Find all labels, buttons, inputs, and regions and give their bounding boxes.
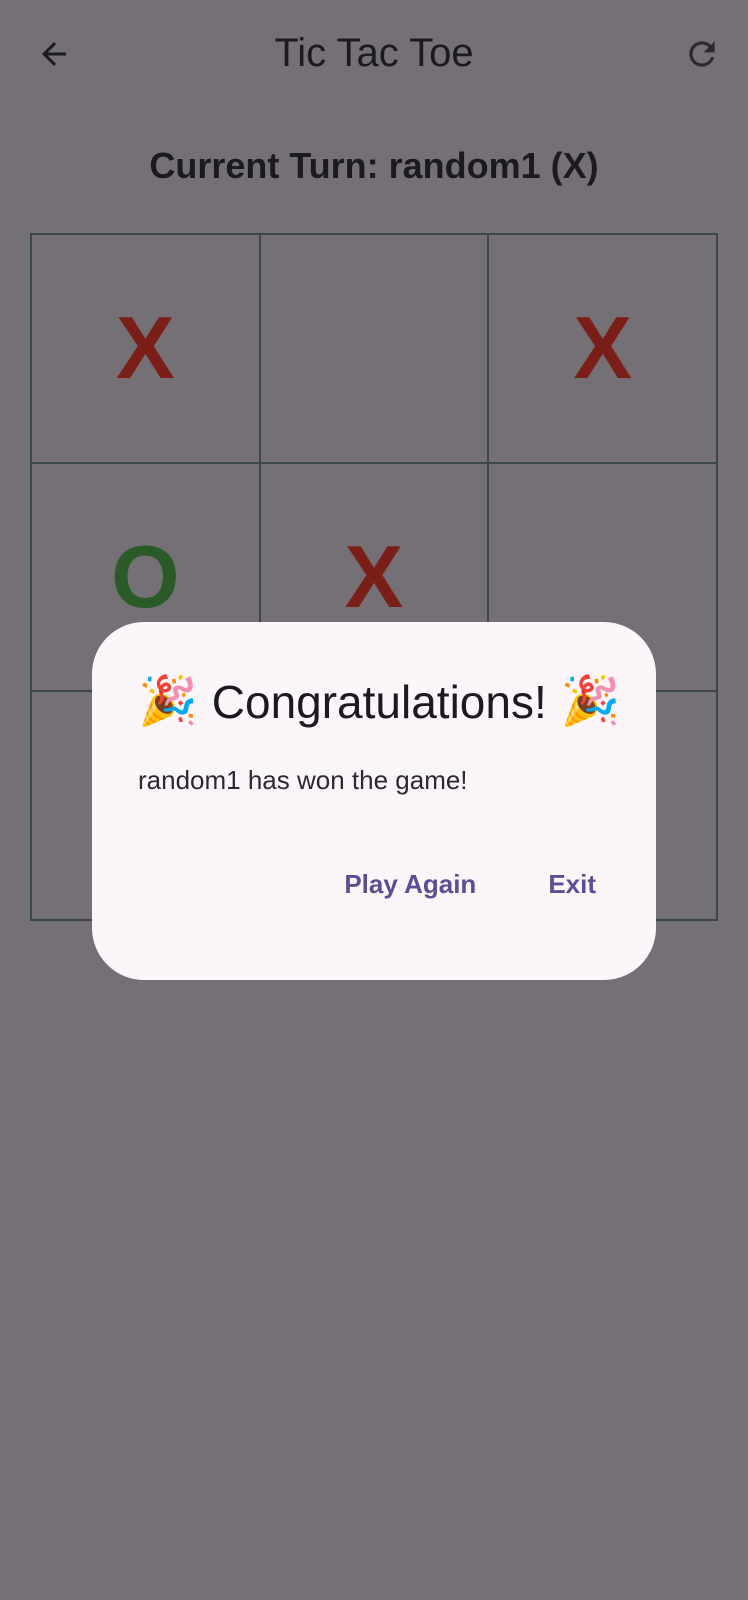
dialog-message: random1 has won the game! (138, 765, 468, 795)
refresh-button[interactable] (678, 30, 726, 78)
party-popper-icon: 🎉 (560, 675, 621, 728)
board-cell[interactable]: X (31, 234, 260, 463)
page-title: Tic Tac Toe (274, 31, 474, 75)
dialog-title-text: Congratulations! (211, 676, 547, 728)
board-cell[interactable] (259, 234, 489, 463)
play-again-button[interactable]: Play Again (344, 866, 476, 902)
refresh-icon (689, 41, 715, 67)
win-dialog: 🎉 Congratulations! 🎉 random1 has won the… (92, 622, 656, 980)
dialog-actions: Play Again Exit (344, 866, 596, 902)
board-cell[interactable]: X (488, 234, 717, 463)
app-bar: Tic Tac Toe (0, 0, 748, 110)
party-popper-icon: 🎉 (138, 675, 198, 728)
current-turn-label: Current Turn: random1 (X) (149, 145, 599, 186)
exit-button[interactable]: Exit (548, 866, 596, 902)
dialog-title: 🎉 Congratulations! 🎉 (138, 672, 621, 732)
